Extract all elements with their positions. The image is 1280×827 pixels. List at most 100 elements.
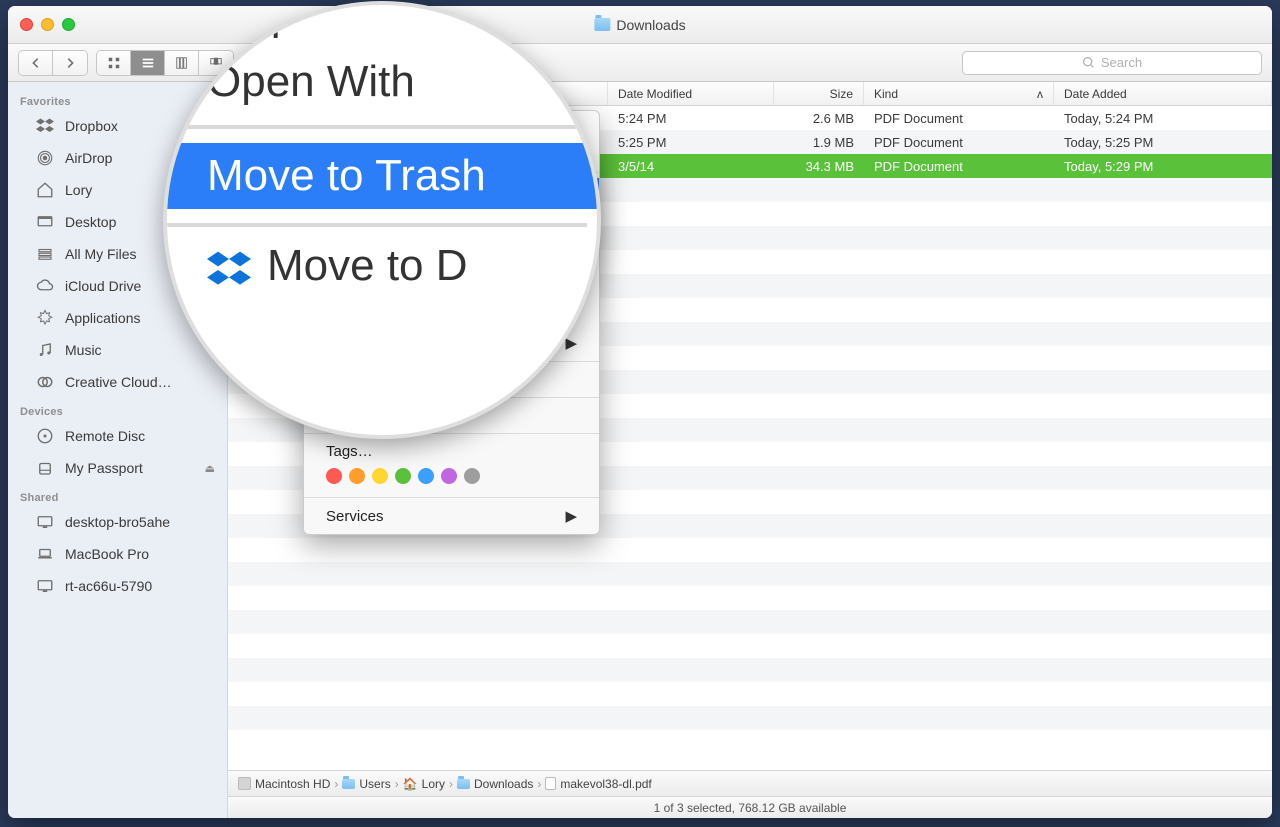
sidebar-item-macbook-pro[interactable]: MacBook Pro xyxy=(8,538,227,570)
creative-cloud-icon xyxy=(34,371,56,393)
column-date-added[interactable]: Date Added xyxy=(1054,82,1272,105)
sidebar-item-music[interactable]: Music xyxy=(8,334,227,366)
folder-icon xyxy=(457,779,470,789)
magnifier-callout: pen Open With Move to Trash Move to D xyxy=(163,1,601,439)
sort-indicator-icon: ʌ xyxy=(1037,87,1043,101)
magnifier-separator xyxy=(167,125,587,129)
magnifier-open: pen xyxy=(207,1,587,53)
cell-size: 34.3 MB xyxy=(774,159,864,174)
path-crumb[interactable]: makevol38-dl.pdf xyxy=(545,777,651,791)
eject-icon[interactable]: ⏏ xyxy=(205,462,215,475)
sidebar-item-shared-desktop[interactable]: desktop-bro5ahe xyxy=(8,506,227,538)
close-button[interactable] xyxy=(20,18,33,31)
sidebar-label: iCloud Drive xyxy=(65,278,141,294)
cell-kind: PDF Document xyxy=(864,135,1054,150)
window-controls xyxy=(20,18,75,31)
sidebar-label: Music xyxy=(65,342,102,358)
column-kind[interactable]: Kindʌ xyxy=(864,82,1054,105)
back-button[interactable] xyxy=(19,51,53,75)
sidebar-label: Applications xyxy=(65,310,141,326)
path-crumb[interactable]: Downloads xyxy=(457,777,533,791)
tag-gray[interactable] xyxy=(464,468,480,484)
monitor-icon xyxy=(34,575,56,597)
folder-icon xyxy=(342,779,355,789)
magnifier-move-to-dropbox: Move to D xyxy=(207,241,587,291)
dropbox-icon xyxy=(34,115,56,137)
icon-view-button[interactable] xyxy=(97,51,131,75)
path-crumb[interactable]: 🏠Lory xyxy=(403,777,445,791)
sidebar-item-my-passport[interactable]: My Passport ⏏ xyxy=(8,452,227,484)
menu-services[interactable]: Services▶ xyxy=(304,503,599,529)
music-icon xyxy=(34,339,56,361)
magnifier-open-with: Open With xyxy=(207,53,587,111)
cell-kind: PDF Document xyxy=(864,159,1054,174)
column-view-button[interactable] xyxy=(165,51,199,75)
status-bar: 1 of 3 selected, 768.12 GB available xyxy=(228,796,1272,818)
sidebar-item-router[interactable]: rt-ac66u-5790 xyxy=(8,570,227,602)
home-icon: 🏠 xyxy=(403,777,418,791)
search-placeholder: Search xyxy=(1101,55,1142,70)
minimize-button[interactable] xyxy=(41,18,54,31)
menu-tags[interactable]: Tags… xyxy=(304,439,599,464)
sidebar-label: MacBook Pro xyxy=(65,546,149,562)
sidebar-label: My Passport xyxy=(65,460,143,476)
tag-purple[interactable] xyxy=(441,468,457,484)
magnifier-separator xyxy=(167,223,587,227)
airdrop-icon xyxy=(34,147,56,169)
tag-yellow[interactable] xyxy=(372,468,388,484)
cell-added: Today, 5:24 PM xyxy=(1054,111,1272,126)
cell-date: 5:25 PM xyxy=(608,135,774,150)
tags-row xyxy=(304,464,599,492)
list-view-button[interactable] xyxy=(131,51,165,75)
submenu-arrow-icon: ▶ xyxy=(565,507,577,525)
magnifier-move-to-trash: Move to Trash xyxy=(167,143,597,209)
window-title: Downloads xyxy=(594,17,685,33)
disc-icon xyxy=(34,425,56,447)
column-size[interactable]: Size xyxy=(774,82,864,105)
cell-added: Today, 5:25 PM xyxy=(1054,135,1272,150)
sidebar-label: Desktop xyxy=(65,214,116,230)
title-bar: Downloads xyxy=(8,6,1272,44)
cell-size: 1.9 MB xyxy=(774,135,864,150)
tag-orange[interactable] xyxy=(349,468,365,484)
toolbar: Search xyxy=(8,44,1272,82)
apps-icon xyxy=(34,307,56,329)
cell-date: 5:24 PM xyxy=(608,111,774,126)
sidebar-label: desktop-bro5ahe xyxy=(65,514,170,530)
sidebar-label: Lory xyxy=(65,182,92,198)
folder-icon xyxy=(594,18,610,31)
sidebar-label: rt-ac66u-5790 xyxy=(65,578,152,594)
cell-date: 3/5/14 xyxy=(608,159,774,174)
path-bar: Macintosh HD› Users› 🏠Lory› Downloads› m… xyxy=(228,770,1272,796)
window-title-text: Downloads xyxy=(616,17,685,33)
laptop-icon xyxy=(34,543,56,565)
forward-button[interactable] xyxy=(53,51,87,75)
sidebar-label: Dropbox xyxy=(65,118,118,134)
column-date-modified[interactable]: Date Modified xyxy=(608,82,774,105)
maximize-button[interactable] xyxy=(62,18,75,31)
sidebar-label: All My Files xyxy=(65,246,137,262)
monitor-icon xyxy=(34,511,56,533)
sidebar-header-shared: Shared xyxy=(8,484,227,506)
cloud-icon xyxy=(34,275,56,297)
sidebar-label: AirDrop xyxy=(65,150,112,166)
sidebar-header-devices: Devices xyxy=(8,398,227,420)
sidebar-item-creative-cloud[interactable]: Creative Cloud… xyxy=(8,366,227,398)
search-field[interactable]: Search xyxy=(962,51,1262,75)
sidebar-label: Remote Disc xyxy=(65,428,145,444)
tag-blue[interactable] xyxy=(418,468,434,484)
sidebar-item-remote-disc[interactable]: Remote Disc xyxy=(8,420,227,452)
tag-green[interactable] xyxy=(395,468,411,484)
home-icon xyxy=(34,179,56,201)
tag-red[interactable] xyxy=(326,468,342,484)
menu-separator xyxy=(304,497,599,498)
file-icon xyxy=(545,777,556,790)
nav-buttons xyxy=(18,50,88,76)
sidebar-label: Creative Cloud… xyxy=(65,374,172,390)
path-crumb[interactable]: Macintosh HD xyxy=(238,777,330,791)
cell-added: Today, 5:29 PM xyxy=(1054,159,1272,174)
cell-kind: PDF Document xyxy=(864,111,1054,126)
cell-size: 2.6 MB xyxy=(774,111,864,126)
path-crumb[interactable]: Users xyxy=(342,777,390,791)
allfiles-icon xyxy=(34,243,56,265)
